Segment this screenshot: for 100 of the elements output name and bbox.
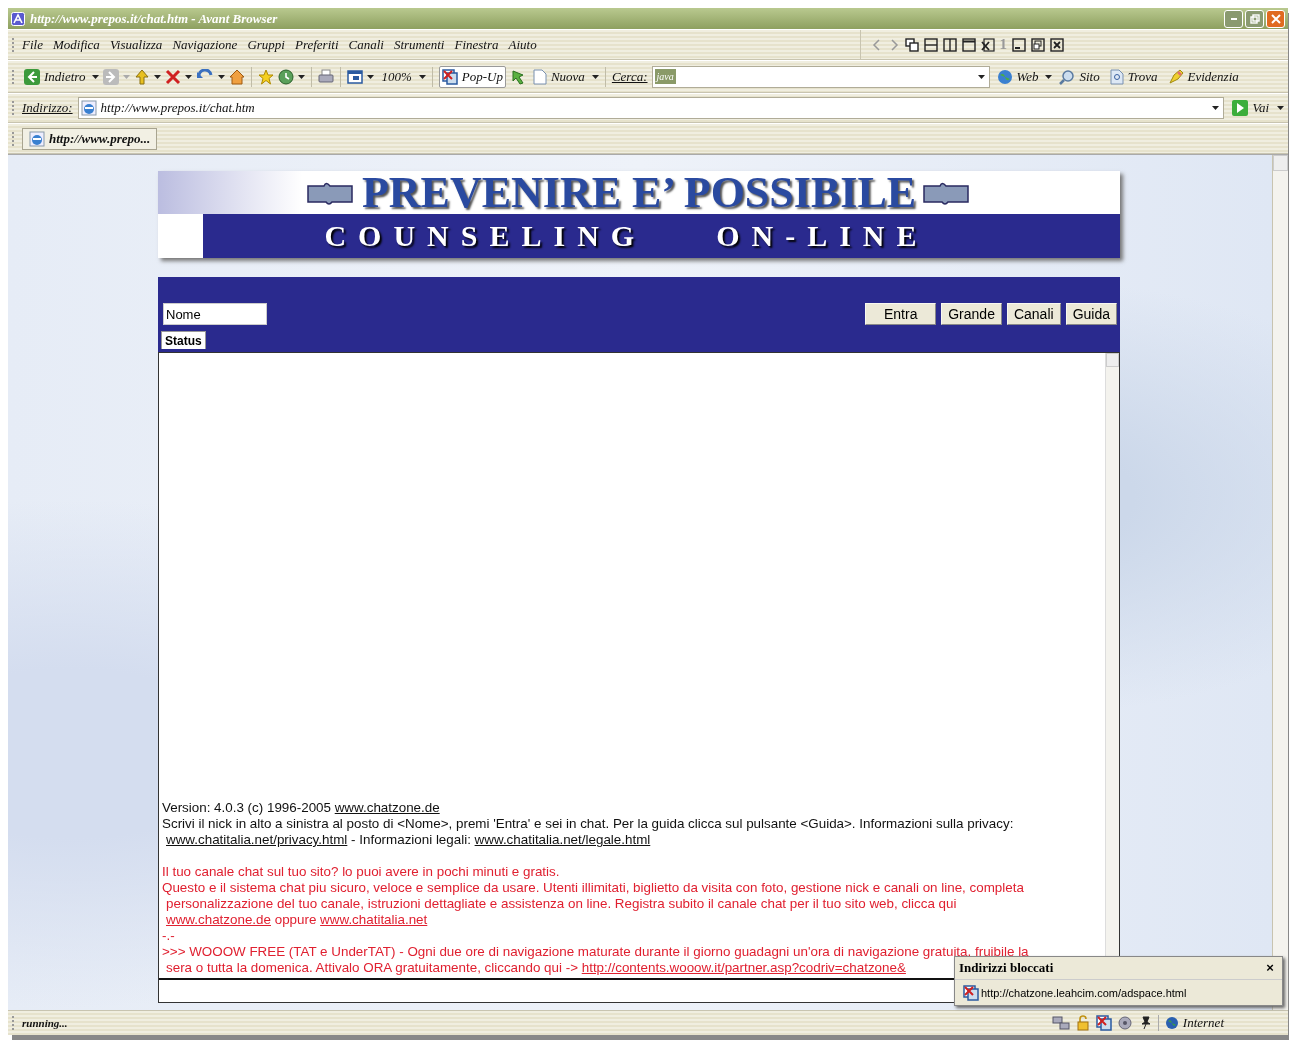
address-field[interactable]: http://www.prepos.it/chat.htm — [77, 97, 1225, 119]
caret-icon[interactable] — [591, 74, 599, 79]
home-icon[interactable] — [229, 68, 246, 85]
caret-icon[interactable] — [367, 74, 375, 79]
chat-text: Version: 4.0.3 (c) 1996-2005 — [162, 800, 332, 815]
restore-icon[interactable] — [1031, 37, 1045, 52]
menu-item[interactable]: Navigazione — [172, 36, 238, 53]
chat-button[interactable]: Canali — [1006, 303, 1061, 325]
maximize-button[interactable] — [1245, 9, 1264, 28]
chat-link[interactable]: www.chatitalia.net — [320, 912, 428, 927]
chat-link[interactable]: http://contents.wooow.it/partner.asp?codriv=chatzone& — [581, 960, 906, 975]
back-arrow-icon — [24, 68, 40, 85]
globe-icon — [1164, 1016, 1179, 1030]
lock-icon — [1075, 1015, 1090, 1031]
blocked-window-icon — [441, 68, 458, 85]
speaker-icon — [1117, 1015, 1134, 1031]
tile-horizontal-icon[interactable] — [923, 37, 938, 52]
chat-text: oppure — [273, 912, 318, 927]
caret-icon[interactable] — [1045, 74, 1053, 79]
window-icon[interactable] — [961, 37, 976, 52]
window-icon[interactable] — [347, 68, 364, 85]
banner-subtitle: ON-LINE — [716, 219, 929, 253]
popup-blocker-button[interactable]: Pop-Up — [438, 65, 506, 88]
new-tab-button[interactable]: Nuova — [529, 65, 588, 88]
banner-subtitle: COUNSELING — [324, 219, 647, 253]
chat-link[interactable]: www.chatitalia.net/legale.html — [474, 832, 651, 847]
chat-link[interactable]: www.chatzone.de — [166, 912, 271, 927]
close-button[interactable]: × — [1262, 959, 1278, 977]
chat-text: personalizzazione del tuo canale, istruzioni dettagliate e assistenza on line. Registra subito il canale chat per il tuo sito web, clicca qui — [166, 896, 957, 911]
popup-title: Indirizzi bloccati — [959, 960, 1055, 976]
caret-icon[interactable] — [218, 74, 226, 79]
close-all-icon[interactable] — [980, 37, 995, 52]
printer-icon[interactable] — [318, 68, 335, 85]
caret-icon[interactable] — [92, 74, 100, 79]
chat-text: >>> WOOOW FREE (TAT e UnderTAT) - Ogni due ore di navigazione maturate durante il giorno guadagni un'ora di navigazione gratuita, fruibile la — [162, 944, 1029, 959]
menu-item[interactable]: Gruppi — [247, 36, 285, 53]
menu-item[interactable]: File — [22, 36, 43, 53]
minimize-button[interactable] — [1224, 9, 1243, 28]
menu-item[interactable]: Aiuto — [508, 36, 537, 53]
highlighter-icon — [1167, 68, 1184, 85]
minimize-icon[interactable] — [1012, 37, 1026, 52]
banner-title: PREVENIRE E’ POSSIBILE — [361, 170, 917, 215]
caret-icon[interactable] — [1277, 106, 1284, 110]
search-value: java — [654, 69, 676, 84]
menu-item[interactable]: Modifica — [52, 36, 100, 53]
address-value: http://www.prepos.it/chat.htm — [100, 100, 255, 116]
close-icon[interactable] — [1050, 37, 1064, 52]
nickname-field[interactable]: Nome — [163, 303, 267, 325]
chat-link[interactable]: www.chatzone.de — [334, 800, 440, 815]
menu-item[interactable]: Preferiti — [294, 36, 339, 53]
minimize-icon — [1230, 17, 1237, 20]
caret-icon[interactable] — [418, 74, 426, 79]
search-label: Cerca: — [611, 68, 648, 85]
window-title: http://www.prepos.it/chat.htm - Avant Browser — [30, 10, 279, 27]
zone-text: Internet — [1182, 1015, 1224, 1031]
close-button[interactable] — [1266, 9, 1285, 28]
caret-icon[interactable] — [298, 74, 306, 79]
stop-icon[interactable] — [165, 68, 182, 85]
pin-icon — [1139, 1016, 1152, 1030]
address-label: Indirizzo: — [22, 100, 73, 116]
blocked-window-icon — [1095, 1015, 1112, 1031]
status-tab[interactable]: Status — [161, 331, 206, 349]
chat-button[interactable]: Guida — [1065, 303, 1117, 325]
chat-button[interactable]: Grande — [941, 303, 1002, 325]
menu-item[interactable]: Finestra — [454, 36, 499, 53]
go-button[interactable]: Vai — [1229, 97, 1272, 119]
app-icon — [11, 11, 25, 26]
zoom-button[interactable]: 100% — [378, 65, 415, 88]
chat-text: -.- — [162, 928, 175, 943]
cascade-icon[interactable] — [904, 37, 919, 52]
chat-button[interactable]: Entra — [865, 303, 937, 325]
chat-text: - Informazioni legali: — [350, 832, 472, 847]
status-text: running... — [22, 1017, 68, 1029]
page-scrollbar[interactable] — [1272, 155, 1288, 1010]
globe-icon — [996, 68, 1013, 85]
play-icon — [1232, 100, 1249, 116]
find-button[interactable]: Trova — [1106, 65, 1161, 88]
star-icon[interactable] — [258, 68, 275, 85]
chat-text: Questo e il sistema chat piu sicuro, veloce e semplice da usare. Utenti illimitati, biglietto da visita con foto, gestione nick e canali on line, completa — [162, 880, 1024, 895]
chat-link[interactable]: www.chatitalia.net/privacy.html — [166, 832, 348, 847]
page-icon — [532, 68, 547, 85]
network-icon — [1051, 1015, 1070, 1031]
menu-item[interactable]: Strumenti — [393, 36, 445, 53]
history-icon[interactable] — [278, 68, 295, 85]
window-count: 1 — [999, 36, 1007, 53]
back-button[interactable]: Indietro — [21, 65, 89, 88]
menu-item[interactable]: Visualizza — [109, 36, 163, 53]
menu-item[interactable]: Canali — [348, 36, 384, 53]
chat-text: Il tuo canale chat sul tuo sito? lo puoi avere in pochi minuti e gratis. — [162, 864, 560, 879]
caret-icon[interactable] — [185, 74, 193, 79]
browser-tab[interactable]: http://www.prepo... — [22, 127, 158, 150]
restore-icon — [1249, 13, 1260, 24]
highlight-button[interactable]: Evidenzia — [1164, 65, 1242, 88]
tile-vertical-icon[interactable] — [942, 37, 957, 52]
site-search-button[interactable]: Sito — [1056, 65, 1103, 88]
caret-icon[interactable] — [154, 74, 162, 79]
search-icon — [1059, 68, 1076, 85]
web-search-button[interactable]: Web — [993, 65, 1042, 88]
blocked-url: http://chatzone.leahcim.com/adspace.html — [981, 986, 1187, 999]
document-search-icon — [1109, 68, 1124, 85]
